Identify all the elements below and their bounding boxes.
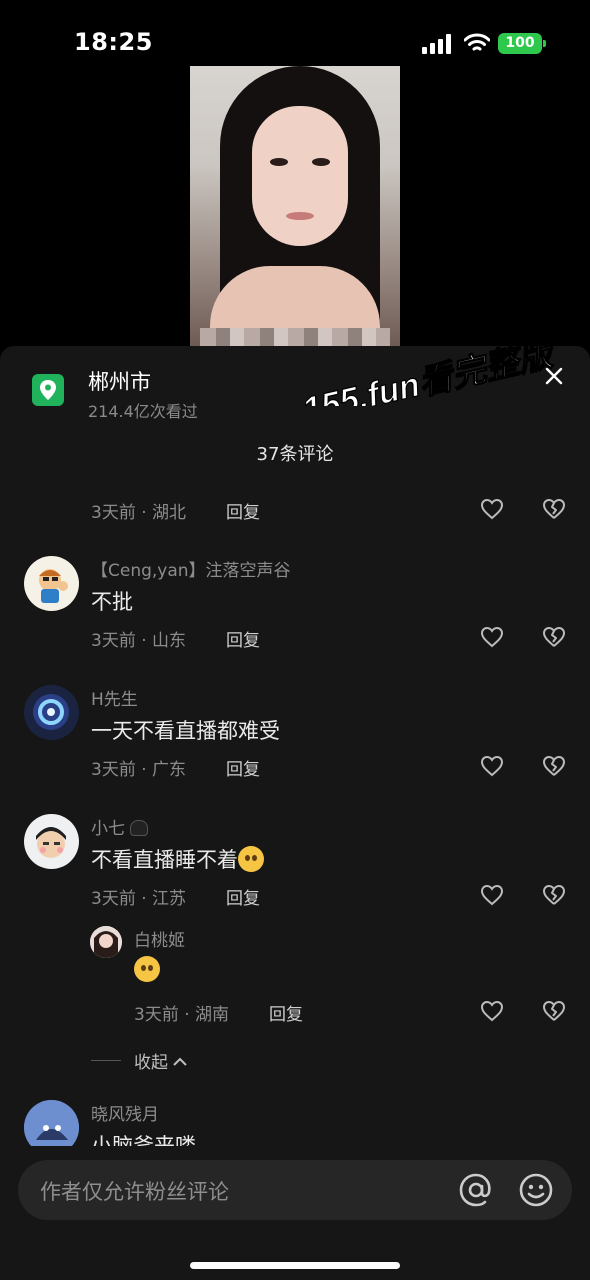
comment-username[interactable]: H先生 (91, 685, 138, 710)
comment-item: 晓风残月 小脑斧来喽 (0, 1100, 590, 1146)
comment-input-bar: 作者仅允许粉丝评论 (0, 1146, 590, 1280)
avatar[interactable] (90, 926, 122, 958)
cellular-signal-icon (422, 34, 451, 54)
dislike-broken-heart-icon[interactable] (542, 498, 566, 520)
comment-username[interactable]: 【Ceng,yan】注落空声谷 (91, 556, 291, 581)
like-heart-icon[interactable] (480, 626, 504, 648)
comment-item: 【Ceng,yan】注落空声谷 不批 3天前 · 山东 回复 (0, 556, 590, 676)
wifi-icon (464, 33, 490, 51)
reply-button[interactable]: 回复 (269, 1000, 303, 1025)
comment-text: 小脑斧来喽 (91, 1134, 196, 1146)
reply-button[interactable]: 回复 (226, 626, 260, 651)
pleading-face-emoji-icon (238, 846, 264, 872)
collapse-replies-button[interactable]: 收起 (134, 1048, 188, 1073)
chevron-up-icon (173, 1057, 188, 1066)
status-time: 18:25 (74, 28, 153, 56)
comment-meta: 3天前 · 湖北 (91, 503, 187, 523)
comment-text: 不批 (91, 590, 133, 614)
reply-button[interactable]: 回复 (226, 498, 260, 523)
avatar[interactable] (24, 1100, 79, 1146)
dislike-broken-heart-icon[interactable] (542, 626, 566, 648)
comment-count: 37条评论 (256, 444, 334, 465)
dislike-broken-heart-icon[interactable] (542, 1000, 566, 1022)
reply-username[interactable]: 白桃姬 (134, 926, 185, 951)
like-heart-icon[interactable] (480, 755, 504, 777)
comment-item: 小七 不看直播睡不着 3天前 · 江苏 回复 (0, 814, 590, 934)
avatar[interactable] (24, 556, 79, 611)
dislike-broken-heart-icon[interactable] (542, 755, 566, 777)
comment-username[interactable]: 小七 (91, 814, 149, 839)
comment-meta: 3天前 · 广东 (91, 760, 187, 780)
reply-text (134, 956, 160, 982)
collapse-label: 收起 (134, 1053, 168, 1073)
location-views: 214.4亿次看过 (88, 402, 198, 421)
video-thumbnail[interactable] (190, 66, 400, 348)
reply-meta: 3天前 · 湖南 (134, 1005, 230, 1025)
location-name[interactable]: 郴州市 (88, 366, 151, 396)
location-pin-icon[interactable] (32, 374, 64, 406)
reply-button[interactable]: 回复 (226, 755, 260, 780)
mention-at-icon[interactable] (458, 1172, 494, 1208)
reply-button[interactable]: 回复 (226, 884, 260, 909)
comment-panel: 郴州市 214.4亿次看过 37条评论 3天前 · 湖北 回复 【Ceng,ya… (0, 346, 590, 1280)
comment-list[interactable]: 3天前 · 湖北 回复 【Ceng,yan】注落空声谷 不批 3天前 · 山东 … (0, 466, 590, 1146)
comment-text: 不看直播睡不着 (91, 844, 264, 874)
collapse-divider (91, 1060, 121, 1061)
ninja-emoji-icon (130, 820, 149, 836)
comment-input[interactable]: 作者仅允许粉丝评论 (18, 1160, 572, 1220)
comment-meta: 3天前 · 山东 (91, 631, 187, 651)
comment-text: 一天不看直播都难受 (91, 719, 280, 743)
comment-meta: 3天前 · 江苏 (91, 889, 187, 909)
comment-text-body: 不看直播睡不着 (91, 848, 238, 872)
like-heart-icon[interactable] (480, 1000, 504, 1022)
emoji-face-icon[interactable] (518, 1172, 554, 1208)
status-bar: 18:25 100 (0, 0, 590, 70)
battery-icon: 100 (498, 33, 546, 54)
comment-username[interactable]: 晓风残月 (91, 1100, 159, 1125)
watermark-text: 155.fun看完整版 (299, 346, 562, 406)
comment-username-text: 小七 (91, 819, 125, 839)
watermark: 155.fun看完整版 (298, 346, 562, 406)
avatar[interactable] (24, 685, 79, 740)
like-heart-icon[interactable] (480, 884, 504, 906)
battery-level: 100 (505, 35, 535, 51)
dislike-broken-heart-icon[interactable] (542, 884, 566, 906)
comment-item: H先生 一天不看直播都难受 3天前 · 广东 回复 (0, 685, 590, 805)
comment-input-placeholder: 作者仅允许粉丝评论 (40, 1180, 229, 1204)
avatar[interactable] (24, 814, 79, 869)
pleading-face-emoji-icon (134, 956, 160, 982)
home-indicator[interactable] (190, 1262, 400, 1269)
like-heart-icon[interactable] (480, 498, 504, 520)
comment-item: 3天前 · 湖北 回复 (0, 466, 590, 526)
reply-item: 白桃姬 3天前 · 湖南 回复 (0, 926, 590, 1036)
